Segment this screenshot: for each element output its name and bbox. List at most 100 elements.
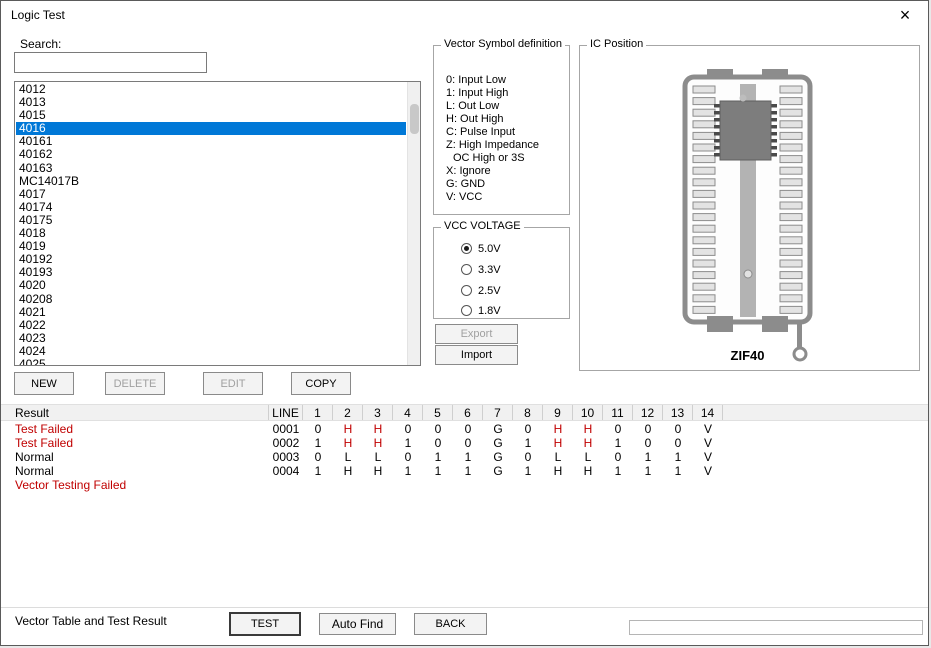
pin-value-cell: 1 <box>393 436 423 450</box>
footer-divider <box>1 607 928 608</box>
radio-button-icon[interactable] <box>461 305 472 316</box>
pin-value-cell <box>693 478 723 492</box>
list-item[interactable]: 4022 <box>16 319 406 332</box>
pin-value-cell: 0 <box>603 450 633 464</box>
vcc-option-1.8V[interactable]: 1.8V <box>461 304 501 317</box>
title-bar: Logic Test × <box>1 1 928 29</box>
pin-value-cell: H <box>573 422 603 436</box>
list-item[interactable]: 40174 <box>16 201 406 214</box>
pin-value-cell: H <box>543 422 573 436</box>
row-filler <box>723 478 928 492</box>
list-item[interactable]: 40161 <box>16 135 406 148</box>
search-input[interactable] <box>14 52 207 73</box>
list-item[interactable]: 4021 <box>16 306 406 319</box>
close-icon[interactable]: × <box>888 3 922 27</box>
result-table-body: Test Failed00010HH000G0HH000VTest Failed… <box>1 422 928 492</box>
list-item[interactable]: 40192 <box>16 253 406 266</box>
pin-value-cell: 1 <box>453 464 483 478</box>
list-item[interactable]: 4025 <box>16 358 406 365</box>
list-item[interactable]: 40208 <box>16 293 406 306</box>
symbol-definition-line: X: Ignore <box>446 165 569 178</box>
list-item[interactable]: 4024 <box>16 345 406 358</box>
vcc-option-5.0V[interactable]: 5.0V <box>461 242 501 255</box>
pin-value-cell: 0 <box>663 422 693 436</box>
pin-value-cell: H <box>363 436 393 450</box>
list-item[interactable]: 4020 <box>16 279 406 292</box>
list-scrollbar[interactable] <box>407 82 420 365</box>
scrollbar-thumb[interactable] <box>410 104 419 134</box>
symbol-definition-line: Z: High Impedance <box>446 139 569 152</box>
vector-symbol-title: Vector Symbol definition <box>441 38 565 50</box>
pin-value-cell <box>603 478 633 492</box>
row-filler <box>723 436 928 450</box>
row-filler <box>723 422 928 436</box>
pin-value-cell <box>543 478 573 492</box>
line-cell: 0002 <box>269 436 303 450</box>
row-filler <box>723 450 928 464</box>
pin-value-cell: H <box>333 422 363 436</box>
column-header-pin: 13 <box>663 405 693 420</box>
pin-value-cell: V <box>693 464 723 478</box>
ic-listbox[interactable]: 4012401340154016401614016240163MC14017B4… <box>14 81 421 366</box>
radio-button-icon[interactable] <box>461 243 472 254</box>
list-item[interactable]: 40175 <box>16 214 406 227</box>
symbol-definition-line: 1: Input High <box>446 87 569 100</box>
radio-label: 1.8V <box>478 305 501 317</box>
window-title: Logic Test <box>11 8 65 22</box>
ic-position-groupbox: IC Position ZIF40 <box>579 45 920 371</box>
list-item-selected[interactable]: 4016 <box>16 122 406 135</box>
pin-value-cell: V <box>693 450 723 464</box>
line-cell: 0004 <box>269 464 303 478</box>
column-header-pin: 11 <box>603 405 633 420</box>
pin-value-cell: 1 <box>513 464 543 478</box>
table-row: Test Failed00021HH100G1HH100V <box>1 436 928 450</box>
back-button[interactable]: BACK <box>414 613 487 635</box>
symbol-definition-line: C: Pulse Input <box>446 126 569 139</box>
radio-button-icon[interactable] <box>461 264 472 275</box>
test-button[interactable]: TEST <box>229 612 301 636</box>
column-header-filler <box>723 405 928 420</box>
new-button[interactable]: NEW <box>14 372 74 395</box>
result-cell: Test Failed <box>1 436 269 450</box>
pin-value-cell <box>393 478 423 492</box>
pin-value-cell: G <box>483 422 513 436</box>
pin-value-cell: 1 <box>453 450 483 464</box>
vcc-option-3.3V[interactable]: 3.3V <box>461 263 501 276</box>
import-button[interactable]: Import <box>435 345 518 365</box>
list-item[interactable]: 4023 <box>16 332 406 345</box>
result-table-header: ResultLINE1234567891011121314 <box>1 404 928 421</box>
pin-value-cell <box>633 478 663 492</box>
row-filler <box>723 464 928 478</box>
column-header-pin: 9 <box>543 405 573 420</box>
vcc-voltage-groupbox: VCC VOLTAGE 5.0V3.3V2.5V1.8V <box>433 227 570 319</box>
list-item[interactable]: 4018 <box>16 227 406 240</box>
table-row: Normal00041HH111G1HH111V <box>1 464 928 478</box>
pin-value-cell: V <box>693 422 723 436</box>
symbol-definition-line: V: VCC <box>446 191 569 204</box>
list-item[interactable]: MC14017B <box>16 175 406 188</box>
vcc-option-2.5V[interactable]: 2.5V <box>461 284 501 297</box>
list-item[interactable]: 40163 <box>16 162 406 175</box>
list-item[interactable]: 4017 <box>16 188 406 201</box>
list-item[interactable]: 4019 <box>16 240 406 253</box>
list-item[interactable]: 4013 <box>16 96 406 109</box>
summary-cell: Vector Testing Failed <box>1 478 269 492</box>
pin-value-cell: V <box>693 436 723 450</box>
pin-value-cell: L <box>543 450 573 464</box>
symbol-definition-line: H: Out High <box>446 113 569 126</box>
column-header-pin: 3 <box>363 405 393 420</box>
table-summary-row: Vector Testing Failed <box>1 478 928 492</box>
status-label: Vector Table and Test Result <box>15 614 167 628</box>
list-item[interactable]: 4015 <box>16 109 406 122</box>
symbol-definition-line: G: GND <box>446 178 569 191</box>
radio-button-icon[interactable] <box>461 285 472 296</box>
list-item[interactable]: 4012 <box>16 83 406 96</box>
pin-value-cell: 0 <box>393 422 423 436</box>
list-item[interactable]: 40162 <box>16 148 406 161</box>
pin-value-cell: 0 <box>633 422 663 436</box>
list-item[interactable]: 40193 <box>16 266 406 279</box>
auto-find-button[interactable]: Auto Find <box>319 613 396 635</box>
pin-value-cell: 0 <box>513 422 543 436</box>
copy-button[interactable]: COPY <box>291 372 351 395</box>
result-cell: Normal <box>1 450 269 464</box>
